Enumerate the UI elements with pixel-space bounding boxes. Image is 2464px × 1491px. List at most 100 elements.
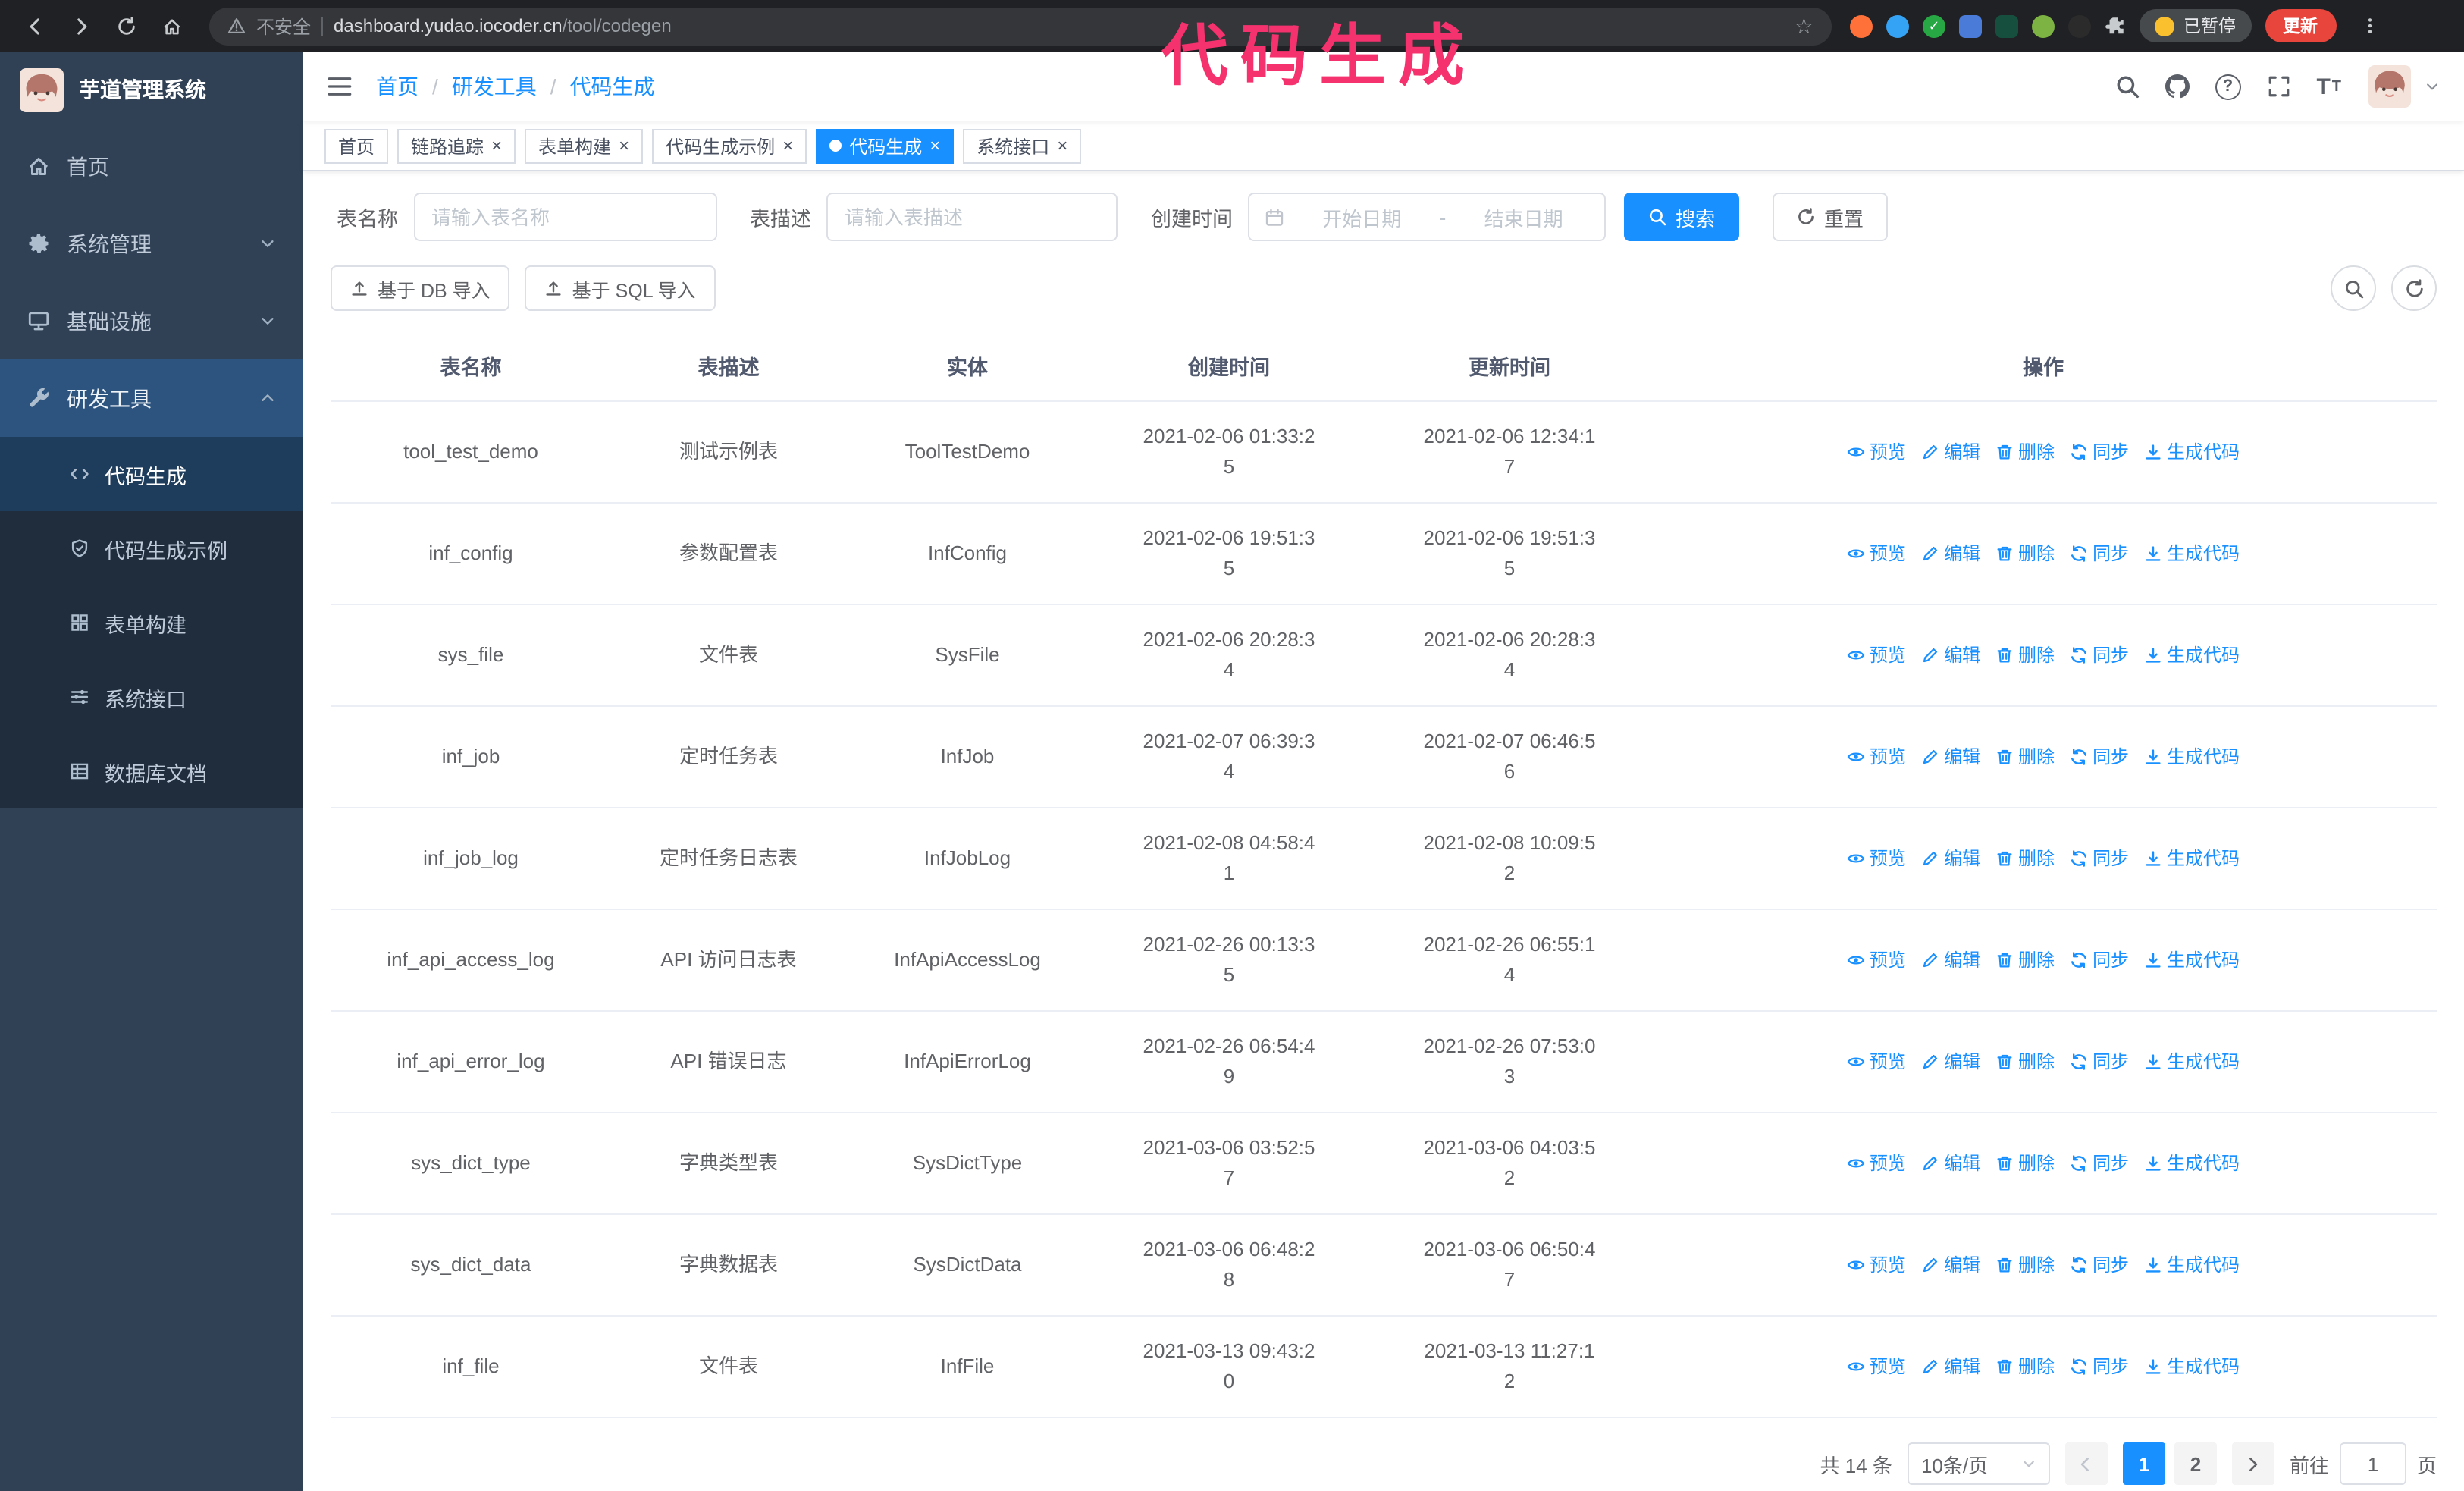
row-action-sync[interactable]: 同步 [2070,538,2129,569]
extension-icon-dark[interactable] [2068,14,2091,37]
page-number-button[interactable]: 1 [2122,1442,2165,1485]
row-action-eye[interactable]: 预览 [1847,538,1906,569]
search-button[interactable]: 搜索 [1624,193,1740,241]
row-action-trash[interactable]: 删除 [1995,1148,2055,1179]
tag-close-icon[interactable]: × [782,137,793,155]
row-action-trash[interactable]: 删除 [1995,640,2055,670]
user-avatar[interactable] [2368,65,2411,108]
row-action-edit[interactable]: 编辑 [1921,1250,1980,1280]
row-action-sync[interactable]: 同步 [2070,843,2129,874]
sidebar-subitem[interactable]: 代码生成示例 [0,511,303,585]
refresh-table-button[interactable] [2391,265,2437,311]
row-action-download[interactable]: 生成代码 [2144,640,2240,670]
row-action-eye[interactable]: 预览 [1847,742,1906,772]
sidebar-subitem[interactable]: 表单构建 [0,585,303,660]
row-action-edit[interactable]: 编辑 [1921,640,1980,670]
date-range-picker[interactable]: 开始日期 - 结束日期 [1248,193,1606,241]
table-desc-input[interactable] [826,193,1118,241]
browser-reload-button[interactable] [106,6,146,46]
browser-update-button[interactable]: 更新 [2265,9,2336,42]
extension-icon-blue-drop[interactable] [1886,14,1909,37]
bookmark-star-icon[interactable]: ☆ [1795,13,1814,39]
row-action-trash[interactable]: 删除 [1995,843,2055,874]
extension-icon-dark-green[interactable] [1995,14,2018,37]
extensions-puzzle-icon[interactable] [2105,15,2126,36]
tag[interactable]: 首页 × [324,128,389,163]
row-action-eye[interactable]: 预览 [1847,843,1906,874]
breadcrumb-item-home[interactable]: 首页 [376,71,419,102]
row-action-eye[interactable]: 预览 [1847,1250,1906,1280]
page-number-button[interactable]: 2 [2174,1442,2217,1485]
toggle-search-button[interactable] [2331,265,2376,311]
tag[interactable]: 表单构建 × [525,128,644,163]
row-action-eye[interactable]: 预览 [1847,640,1906,670]
row-action-download[interactable]: 生成代码 [2144,843,2240,874]
user-menu-caret-icon[interactable] [2425,79,2440,94]
tag[interactable]: 代码生成示例 × [652,128,807,163]
row-action-edit[interactable]: 编辑 [1921,1148,1980,1179]
row-action-trash[interactable]: 删除 [1995,538,2055,569]
row-action-eye[interactable]: 预览 [1847,1351,1906,1382]
extension-icon-orange[interactable] [1850,14,1873,37]
row-action-sync[interactable]: 同步 [2070,945,2129,975]
profile-paused-badge[interactable]: 已暂停 [2140,9,2251,42]
extension-icon-blue-grid[interactable] [1959,14,1982,37]
table-name-input[interactable] [413,193,716,241]
row-action-edit[interactable]: 编辑 [1921,945,1980,975]
row-action-sync[interactable]: 同步 [2070,437,2129,467]
address-bar[interactable]: 不安全 dashboard.yudao.iocoder.cn/tool/code… [209,7,1832,45]
row-action-download[interactable]: 生成代码 [2144,538,2240,569]
tag-close-icon[interactable]: × [1057,137,1067,155]
app-logo[interactable]: 芋道管理系统 [0,52,303,127]
next-page-button[interactable] [2231,1442,2274,1485]
font-size-icon[interactable]: TT [2316,74,2343,99]
row-action-edit[interactable]: 编辑 [1921,843,1980,874]
sidebar-subitem[interactable]: 系统接口 [0,660,303,734]
row-action-download[interactable]: 生成代码 [2144,437,2240,467]
row-action-sync[interactable]: 同步 [2070,742,2129,772]
row-action-sync[interactable]: 同步 [2070,1148,2129,1179]
security-warning-icon[interactable] [227,17,246,35]
tag[interactable]: 代码生成 × [816,128,955,163]
row-action-eye[interactable]: 预览 [1847,945,1906,975]
row-action-eye[interactable]: 预览 [1847,1148,1906,1179]
row-action-trash[interactable]: 删除 [1995,945,2055,975]
sidebar-item[interactable]: 系统管理 [0,205,303,282]
row-action-download[interactable]: 生成代码 [2144,1250,2240,1280]
fullscreen-icon[interactable] [2266,74,2290,99]
browser-forward-button[interactable] [61,6,100,46]
tag-close-icon[interactable]: × [491,137,502,155]
tag[interactable]: 链路追踪 × [397,128,516,163]
browser-home-button[interactable] [152,6,191,46]
page-size-select[interactable]: 10条/页 [1907,1442,2050,1485]
header-search-icon[interactable] [2114,74,2139,99]
row-action-edit[interactable]: 编辑 [1921,1351,1980,1382]
row-action-edit[interactable]: 编辑 [1921,742,1980,772]
browser-menu-icon[interactable] [2350,6,2389,46]
sidebar-toggle-icon[interactable] [328,74,352,99]
import-db-button[interactable]: 基于 DB 导入 [331,265,510,311]
extension-icon-leaf[interactable] [2032,14,2055,37]
row-action-edit[interactable]: 编辑 [1921,1047,1980,1077]
row-action-download[interactable]: 生成代码 [2144,1047,2240,1077]
browser-back-button[interactable] [15,6,55,46]
tag-close-icon[interactable]: × [619,137,629,155]
import-sql-button[interactable]: 基于 SQL 导入 [525,265,716,311]
row-action-sync[interactable]: 同步 [2070,1250,2129,1280]
row-action-eye[interactable]: 预览 [1847,437,1906,467]
row-action-edit[interactable]: 编辑 [1921,538,1980,569]
row-action-download[interactable]: 生成代码 [2144,1148,2240,1179]
row-action-sync[interactable]: 同步 [2070,640,2129,670]
row-action-trash[interactable]: 删除 [1995,1250,2055,1280]
row-action-trash[interactable]: 删除 [1995,1351,2055,1382]
github-icon[interactable] [2165,74,2189,99]
sidebar-item[interactable]: 首页 [0,127,303,205]
help-icon[interactable]: ? [2215,74,2241,99]
extension-icon-green-check[interactable]: ✓ [1923,14,1945,37]
row-action-sync[interactable]: 同步 [2070,1047,2129,1077]
row-action-edit[interactable]: 编辑 [1921,437,1980,467]
row-action-trash[interactable]: 删除 [1995,437,2055,467]
sidebar-item[interactable]: 研发工具 [0,359,303,437]
row-action-download[interactable]: 生成代码 [2144,945,2240,975]
breadcrumb-item-tools[interactable]: 研发工具 [452,71,537,102]
